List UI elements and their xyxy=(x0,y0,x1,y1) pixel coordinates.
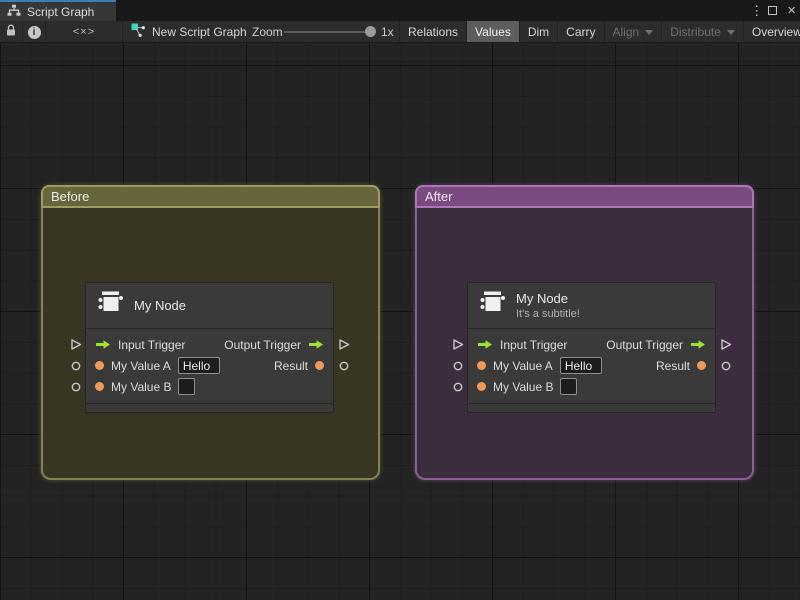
values-button[interactable]: Values xyxy=(467,21,520,42)
toolbar-buttons: Relations Values Dim Carry Align Distrib… xyxy=(399,21,800,42)
outer-value-b-port[interactable] xyxy=(453,382,463,392)
code-preview-button[interactable]: <×> xyxy=(46,21,122,42)
port-label: My Value B xyxy=(493,379,554,394)
graph-hierarchy-icon xyxy=(7,4,21,20)
port-row-value-a: My Value A Result xyxy=(86,355,333,376)
port-label: Input Trigger xyxy=(118,337,186,352)
group-title: Before xyxy=(51,189,90,204)
port-row-triggers: Input Trigger Output Trigger xyxy=(86,334,333,355)
flow-output-port-icon[interactable] xyxy=(308,339,324,350)
group-before-header[interactable]: Before xyxy=(41,185,380,208)
graph-asset-field[interactable]: New Script Graph xyxy=(131,21,247,42)
outer-value-a-port[interactable] xyxy=(71,361,81,371)
zoom-value: 1x xyxy=(381,25,394,39)
port-label: Result xyxy=(273,358,308,373)
flow-input-port-icon[interactable] xyxy=(95,339,111,350)
group-title: After xyxy=(425,189,453,204)
node-body: Input Trigger Output Trigger My Value A … xyxy=(86,329,333,397)
lock-button[interactable] xyxy=(0,21,22,42)
flow-output-port-icon[interactable] xyxy=(690,339,706,350)
value-input-port-icon[interactable] xyxy=(95,361,104,370)
value-a-input[interactable] xyxy=(177,357,220,374)
outer-value-b-port[interactable] xyxy=(71,382,81,392)
node-title: My Node xyxy=(516,291,569,306)
node-my-node-after[interactable]: My Node It's a subtitle! Input Trigger O… xyxy=(467,282,716,413)
graph-asset-name: New Script Graph xyxy=(152,25,247,39)
outer-flow-output-port[interactable] xyxy=(720,338,732,351)
node-body: Input Trigger Output Trigger My Value A … xyxy=(468,329,715,397)
maximize-icon[interactable] xyxy=(768,6,778,15)
port-label: My Value A xyxy=(493,358,553,373)
value-b-input[interactable] xyxy=(178,378,196,395)
flow-input-port-icon[interactable] xyxy=(477,339,493,350)
zoom-label: Zoom xyxy=(252,25,283,39)
value-a-input[interactable] xyxy=(559,357,602,374)
port-row-triggers: Input Trigger Output Trigger xyxy=(468,334,715,355)
port-label: Result xyxy=(655,358,690,373)
unit-icon xyxy=(96,288,126,323)
overview-button[interactable]: Overview xyxy=(744,21,800,42)
port-row-value-b: My Value B xyxy=(86,376,333,397)
node-header[interactable]: My Node xyxy=(86,283,333,329)
info-icon: i xyxy=(27,25,41,39)
group-after-header[interactable]: After xyxy=(415,185,754,208)
zoom-slider-track[interactable] xyxy=(284,31,369,33)
port-row-value-b: My Value B xyxy=(468,376,715,397)
code-preview-icon: <×> xyxy=(72,26,96,38)
script-graph-window: Script Graph ⋮ × i <×> New Script Graph … xyxy=(0,0,800,600)
value-b-input[interactable] xyxy=(560,378,578,395)
node-title: My Node xyxy=(134,298,187,313)
port-label: Output Trigger xyxy=(606,337,683,352)
graph-toolbar: i <×> New Script Graph Zoom 1x Relations xyxy=(0,21,800,43)
chevron-down-icon xyxy=(726,29,735,35)
outer-result-port[interactable] xyxy=(339,361,349,371)
outer-flow-input-port[interactable] xyxy=(70,338,82,351)
graph-asset-icon xyxy=(131,23,146,41)
align-dropdown[interactable]: Align xyxy=(605,21,663,42)
menu-kebab-icon[interactable]: ⋮ xyxy=(750,3,763,19)
lock-icon xyxy=(5,24,17,40)
relations-button[interactable]: Relations xyxy=(400,21,468,42)
value-output-port-icon[interactable] xyxy=(315,361,324,370)
node-my-node-before[interactable]: My Node Input Trigger Output Trigger My … xyxy=(85,282,334,413)
value-output-port-icon[interactable] xyxy=(697,361,706,370)
zoom-slider-handle[interactable] xyxy=(365,26,376,37)
port-label: Output Trigger xyxy=(224,337,301,352)
window-controls: ⋮ × xyxy=(750,0,796,21)
outer-result-port[interactable] xyxy=(721,361,731,371)
outer-flow-input-port[interactable] xyxy=(452,338,464,351)
chevron-down-icon xyxy=(645,29,654,35)
tab-script-graph[interactable]: Script Graph xyxy=(0,0,116,21)
distribute-dropdown[interactable]: Distribute xyxy=(662,21,744,42)
port-label: My Value A xyxy=(111,358,171,373)
dim-button[interactable]: Dim xyxy=(520,21,559,42)
node-footer xyxy=(86,403,333,412)
port-label: Input Trigger xyxy=(500,337,568,352)
close-icon[interactable]: × xyxy=(787,0,796,21)
carry-button[interactable]: Carry xyxy=(558,21,605,42)
port-row-value-a: My Value A Result xyxy=(468,355,715,376)
node-subtitle: It's a subtitle! xyxy=(516,308,580,320)
value-input-port-icon[interactable] xyxy=(477,361,486,370)
value-input-port-icon[interactable] xyxy=(95,382,104,391)
node-header[interactable]: My Node It's a subtitle! xyxy=(468,283,715,329)
unit-icon xyxy=(478,288,508,323)
info-button[interactable]: i xyxy=(23,21,45,42)
value-input-port-icon[interactable] xyxy=(477,382,486,391)
tab-title: Script Graph xyxy=(27,4,95,19)
toolbar-separator xyxy=(122,21,123,42)
tab-bar: Script Graph ⋮ × xyxy=(0,0,800,21)
node-footer xyxy=(468,403,715,412)
outer-value-a-port[interactable] xyxy=(453,361,463,371)
port-label: My Value B xyxy=(111,379,172,394)
outer-flow-output-port[interactable] xyxy=(338,338,350,351)
